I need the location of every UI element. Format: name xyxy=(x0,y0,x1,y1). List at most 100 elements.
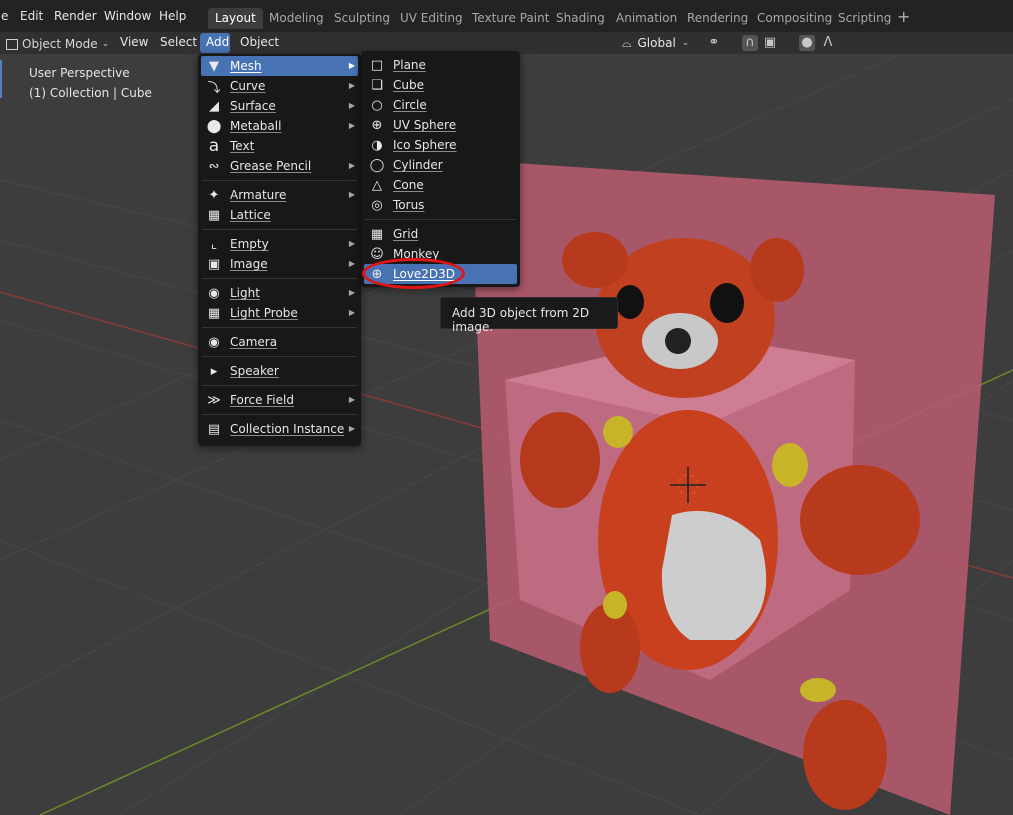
collection-label: (1) Collection | Cube xyxy=(29,86,152,100)
submenu-arrow-icon: ▶ xyxy=(348,308,355,317)
menu-item-armature[interactable]: ✦ Armature ▶ xyxy=(201,185,358,205)
menu-item-label: Empty xyxy=(230,237,269,251)
menu-window[interactable]: Window xyxy=(104,9,151,23)
chevron-down-icon: ⌄ xyxy=(681,38,690,48)
tooltip: Add 3D object from 2D image. xyxy=(440,297,618,334)
cube-icon: ❏ xyxy=(371,77,383,93)
orientation-dropdown[interactable]: ⌓ Global ⌄ xyxy=(622,34,689,52)
chevron-down-icon: ⌄ xyxy=(101,39,110,49)
tab-rendering[interactable]: Rendering xyxy=(680,8,755,29)
metaball-icon: ⬤ xyxy=(206,118,222,134)
submenu-arrow-icon: ▶ xyxy=(348,424,355,433)
menu-item-lattice[interactable]: ▦ Lattice xyxy=(201,205,358,225)
menu-item-cone[interactable]: △ Cone xyxy=(364,175,517,195)
plane-icon: □ xyxy=(370,57,384,73)
tab-animation[interactable]: Animation xyxy=(609,8,684,29)
plus-icon[interactable]: + xyxy=(897,8,913,28)
collection-instance-icon: ▤ xyxy=(207,421,221,437)
menu-item-label: Camera xyxy=(230,335,278,349)
menu-item-grease-pencil[interactable]: ∾ Grease Pencil ▶ xyxy=(201,156,358,176)
tab-compositing[interactable]: Compositing xyxy=(750,8,839,29)
submenu-arrow-icon: ▶ xyxy=(348,239,355,248)
tab-sculpting[interactable]: Sculpting xyxy=(327,8,397,29)
falloff-icon[interactable]: Λ xyxy=(820,35,836,51)
menu-item-force-field[interactable]: ≫ Force Field ▶ xyxy=(201,390,358,410)
menu-item-empty[interactable]: ⌞ Empty ▶ xyxy=(201,234,358,254)
menu-item-surface[interactable]: ◢ Surface ▶ xyxy=(201,96,358,116)
menu-item-metaball[interactable]: ⬤ Metaball ▶ xyxy=(201,116,358,136)
tab-uv-editing[interactable]: UV Editing xyxy=(393,8,470,29)
menu-separator xyxy=(202,327,357,328)
submenu-arrow-icon: ▶ xyxy=(348,190,355,199)
submenu-arrow-icon: ▶ xyxy=(348,61,355,70)
menu-item-label: Cone xyxy=(393,178,424,192)
tab-modeling[interactable]: Modeling xyxy=(262,8,331,29)
menu-item-label: Grease Pencil xyxy=(230,159,312,173)
submenu-arrow-icon: ▶ xyxy=(348,395,355,404)
submenu-arrow-icon: ▶ xyxy=(348,288,355,297)
menu-separator xyxy=(365,219,516,220)
mode-dropdown[interactable]: Object Mode ⌄ xyxy=(2,34,113,52)
view-menu[interactable]: View xyxy=(120,35,148,49)
menu-item-cylinder[interactable]: ◯ Cylinder xyxy=(364,155,517,175)
menu-item-light-probe[interactable]: ▦ Light Probe ▶ xyxy=(201,303,358,323)
menu-item-label: Plane xyxy=(393,58,426,72)
menu-item-light[interactable]: ◉ Light ▶ xyxy=(201,283,358,303)
menu-render[interactable]: Render xyxy=(54,9,97,23)
perspective-label: User Perspective xyxy=(29,66,130,80)
snap-icon[interactable]: ∩ xyxy=(742,35,758,51)
snap-target-icon[interactable]: ▣ xyxy=(762,35,778,51)
menu-item-curve[interactable]: ⤵ Curve ▶ xyxy=(201,76,358,96)
menu-item-camera[interactable]: ◉ Camera xyxy=(201,332,358,352)
menu-item-label: Speaker xyxy=(230,364,279,378)
tab-scripting[interactable]: Scripting xyxy=(831,8,898,29)
menu-separator xyxy=(202,229,357,230)
annotation-ring xyxy=(362,258,465,289)
grease-pencil-icon: ∾ xyxy=(208,158,220,174)
menu-separator xyxy=(202,385,357,386)
menu-help[interactable]: Help xyxy=(159,9,186,23)
menu-item-uv-sphere[interactable]: ⊕ UV Sphere xyxy=(364,115,517,135)
tab-layout[interactable]: Layout xyxy=(208,8,263,29)
menu-file-partial[interactable]: e xyxy=(1,9,8,23)
object-mode-icon xyxy=(6,38,18,50)
ico-sphere-icon: ◑ xyxy=(371,137,383,153)
tab-texture-paint[interactable]: Texture Paint xyxy=(465,8,556,29)
top-menu-bar: e Edit Render Window Help Layout Modelin… xyxy=(0,0,1013,32)
add-menu-button[interactable]: Add xyxy=(200,33,230,53)
menu-item-plane[interactable]: □ Plane xyxy=(364,55,517,75)
torus-icon: ◎ xyxy=(371,197,383,213)
tab-shading[interactable]: Shading xyxy=(549,8,612,29)
menu-item-torus[interactable]: ◎ Torus xyxy=(364,195,517,215)
mesh-submenu: □ Plane ❏ Cube ○ Circle ⊕ UV Sphere ◑ Ic… xyxy=(361,51,520,287)
menu-item-cube[interactable]: ❏ Cube xyxy=(364,75,517,95)
submenu-arrow-icon: ▶ xyxy=(348,121,355,130)
select-menu[interactable]: Select xyxy=(160,35,197,49)
speaker-icon: ▸ xyxy=(210,363,218,379)
submenu-arrow-icon: ▶ xyxy=(348,161,355,170)
object-menu[interactable]: Object xyxy=(240,35,279,49)
mode-dropdown-label: Object Mode xyxy=(22,37,98,51)
menu-item-speaker[interactable]: ▸ Speaker xyxy=(201,361,358,381)
menu-item-label: Force Field xyxy=(230,393,294,407)
menu-item-image[interactable]: ▣ Image ▶ xyxy=(201,254,358,274)
menu-item-label: Image xyxy=(230,257,268,271)
grid-icon: ▦ xyxy=(370,226,384,242)
menu-edit[interactable]: Edit xyxy=(20,9,43,23)
menu-item-circle[interactable]: ○ Circle xyxy=(364,95,517,115)
pivot-icon[interactable]: ⚭ xyxy=(706,35,722,51)
menu-item-collection-instance[interactable]: ▤ Collection Instance ▶ xyxy=(201,419,358,439)
menu-item-text[interactable]: a Text xyxy=(201,136,358,156)
menu-item-grid[interactable]: ▦ Grid xyxy=(364,224,517,244)
proportional-edit-icon[interactable]: ● xyxy=(799,35,815,51)
menu-separator xyxy=(202,278,357,279)
menu-item-ico-sphere[interactable]: ◑ Ico Sphere xyxy=(364,135,517,155)
image-icon: ▣ xyxy=(207,256,221,272)
menu-item-mesh[interactable]: ▼ Mesh ▶ xyxy=(201,56,358,76)
menu-item-label: Torus xyxy=(393,198,425,212)
force-field-icon: ≫ xyxy=(207,392,221,408)
menu-item-label: Metaball xyxy=(230,119,282,133)
menu-item-label: Light xyxy=(230,286,260,300)
menu-separator xyxy=(202,414,357,415)
curve-icon: ⤵ xyxy=(207,80,221,96)
